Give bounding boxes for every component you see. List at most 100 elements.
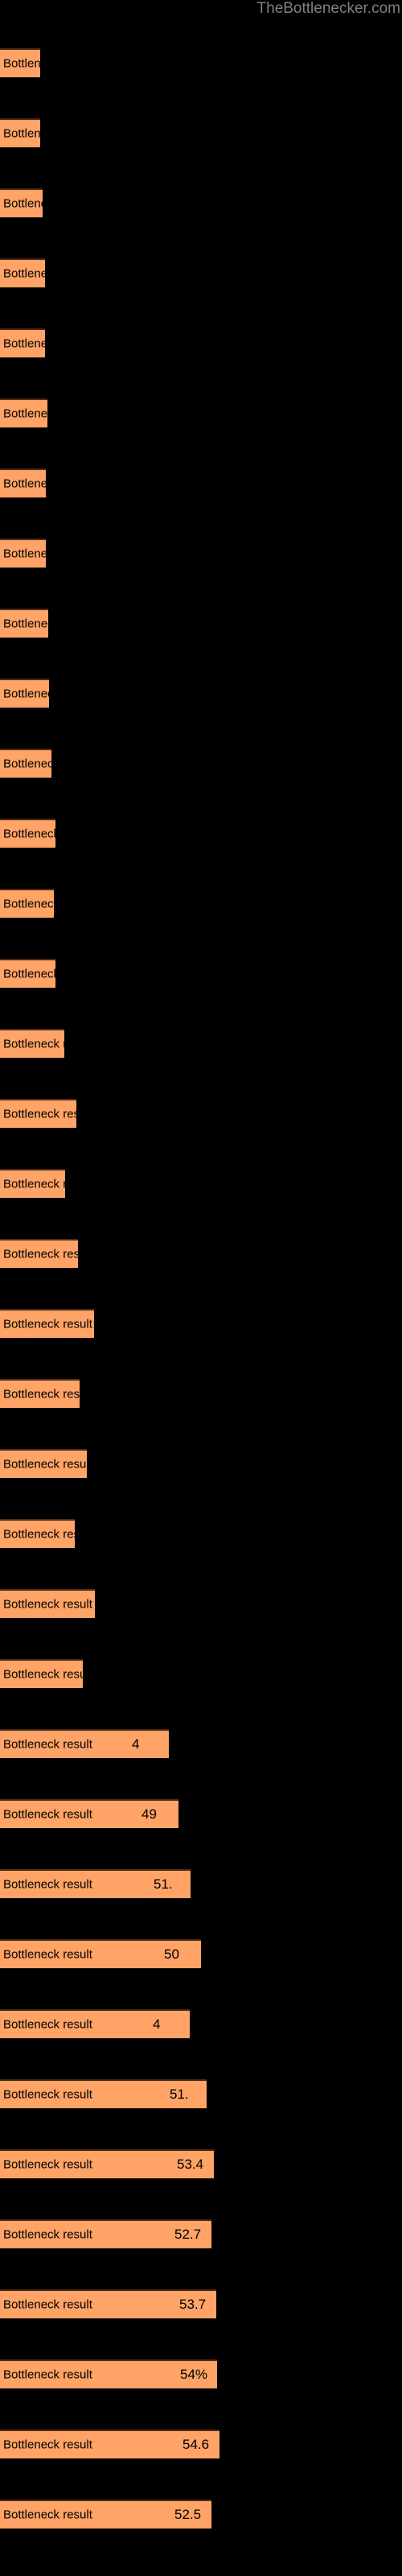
bar-inner: Bottleneck result xyxy=(0,1591,95,1618)
chart-row: Bottleneck result 54% xyxy=(0,2359,402,2388)
chart-row: Bottleneck result 51. xyxy=(0,2079,402,2108)
chart-row: Bottleneck result 52.7 xyxy=(0,2219,402,2248)
bar-inner: Bottleneck result xyxy=(0,330,45,357)
bar[interactable]: Bottleneck result xyxy=(0,48,40,77)
chart-row: Bottleneck result 4 xyxy=(0,1729,402,1758)
bar[interactable]: Bottleneck result 53.4 xyxy=(0,2149,214,2178)
bar[interactable]: Bottleneck result xyxy=(0,188,43,217)
chart-row: Bottleneck result 53.7 xyxy=(0,2289,402,2318)
bar-value: 52.5 xyxy=(174,2507,202,2522)
bar-label: Bottleneck result xyxy=(3,1737,92,1752)
chart-row: Bottleneck result xyxy=(0,469,402,497)
bar-label: Bottleneck result xyxy=(3,1457,87,1472)
bar-label: Bottleneck result xyxy=(3,1387,80,1402)
bar-inner: Bottleneck result xyxy=(0,400,47,427)
bar-label: Bottleneck result xyxy=(3,126,40,141)
bar-inner: Bottleneck result xyxy=(0,1030,64,1058)
bar[interactable]: Bottleneck result 51. xyxy=(0,1869,191,1898)
bar[interactable]: Bottleneck result 52.7 xyxy=(0,2219,211,2248)
bar[interactable]: Bottleneck result 52.5 xyxy=(0,2500,211,2529)
bar-label: Bottleneck result xyxy=(3,687,49,701)
chart-row: Bottleneck result xyxy=(0,1589,402,1618)
bar[interactable]: Bottleneck result 51. xyxy=(0,2079,207,2108)
bar-label: Bottleneck result xyxy=(3,2157,92,2172)
bar-label: Bottleneck result xyxy=(3,266,45,281)
bar[interactable]: Bottleneck result xyxy=(0,609,48,638)
bar-label: Bottleneck result xyxy=(3,477,46,491)
bar-inner: Bottleneck result xyxy=(0,890,54,918)
bar-label: Bottleneck result xyxy=(3,897,54,911)
chart-row: Bottleneck result xyxy=(0,889,402,918)
bar-inner: Bottleneck result 51. xyxy=(0,1871,191,1898)
bar-inner: Bottleneck result 54% xyxy=(0,2361,217,2388)
bar-label: Bottleneck result xyxy=(3,1807,92,1822)
bar[interactable]: Bottleneck result xyxy=(0,1099,76,1128)
bar-value: 50 xyxy=(164,1946,179,1962)
chart-row: Bottleneck result xyxy=(0,328,402,357)
bar-inner: Bottleneck result xyxy=(0,1451,87,1478)
bar-label: Bottleneck result xyxy=(3,1317,92,1331)
bar-label: Bottleneck result xyxy=(3,56,40,71)
bar[interactable]: Bottleneck result xyxy=(0,1239,78,1268)
bar[interactable]: Bottleneck result xyxy=(0,1589,95,1618)
bar[interactable]: Bottleneck result 53.7 xyxy=(0,2289,216,2318)
bar[interactable]: Bottleneck result 49 xyxy=(0,1799,178,1828)
bar-label: Bottleneck result xyxy=(3,617,48,631)
bar-inner: Bottleneck result xyxy=(0,470,46,497)
bar-label: Bottleneck result xyxy=(3,1037,64,1051)
bar-inner: Bottleneck result 51. xyxy=(0,2081,207,2108)
bar[interactable]: Bottleneck result xyxy=(0,679,49,708)
bar-inner: Bottleneck result xyxy=(0,610,48,638)
bar[interactable]: Bottleneck result xyxy=(0,469,46,497)
bar[interactable]: Bottleneck result xyxy=(0,539,46,568)
bar-inner: Bottleneck result xyxy=(0,680,49,708)
bar[interactable]: Bottleneck result xyxy=(0,118,40,147)
chart-row: Bottleneck result 51. xyxy=(0,1869,402,1898)
bar[interactable]: Bottleneck result xyxy=(0,398,47,427)
bar-label: Bottleneck result xyxy=(3,2017,92,2032)
chart-row: Bottleneck result 54.6 xyxy=(0,2429,402,2458)
bar[interactable]: Bottleneck result xyxy=(0,328,45,357)
bar-inner: Bottleneck result xyxy=(0,50,40,77)
bar[interactable]: Bottleneck result xyxy=(0,749,51,778)
bar[interactable]: Bottleneck result xyxy=(0,1379,80,1408)
bar-label: Bottleneck result xyxy=(3,407,47,421)
bar-label: Bottleneck result xyxy=(3,967,55,981)
bar-value: 53.4 xyxy=(177,2157,204,2172)
bar[interactable]: Bottleneck result 50 xyxy=(0,1939,201,1968)
bar-value: 49 xyxy=(142,1806,157,1822)
bar[interactable]: Bottleneck result 4 xyxy=(0,2009,190,2038)
bar-label: Bottleneck result xyxy=(3,336,45,351)
chart-row: Bottleneck result 4 xyxy=(0,2009,402,2038)
bar-label: Bottleneck result xyxy=(3,1107,76,1121)
bar-inner: Bottleneck result xyxy=(0,820,55,848)
bar-inner: Bottleneck result xyxy=(0,1170,65,1198)
bar[interactable]: Bottleneck result 54% xyxy=(0,2359,217,2388)
bar-label: Bottleneck result xyxy=(3,1667,83,1682)
bar-inner: Bottleneck result xyxy=(0,960,55,988)
chart-row: Bottleneck result xyxy=(0,1379,402,1408)
bar[interactable]: Bottleneck result xyxy=(0,1449,87,1478)
bar-label: Bottleneck result xyxy=(3,2227,92,2242)
bar[interactable]: Bottleneck result xyxy=(0,1169,65,1198)
bar[interactable]: Bottleneck result xyxy=(0,959,55,988)
bar[interactable]: Bottleneck result xyxy=(0,1659,83,1688)
bar[interactable]: Bottleneck result 4 xyxy=(0,1729,169,1758)
chart-row: Bottleneck result xyxy=(0,48,402,77)
bar[interactable]: Bottleneck result xyxy=(0,819,55,848)
chart-row: Bottleneck result xyxy=(0,1029,402,1058)
bar-label: Bottleneck result xyxy=(3,2297,92,2312)
bar[interactable]: Bottleneck result xyxy=(0,1309,94,1338)
bar-value: 4 xyxy=(153,2017,161,2032)
bar-inner: Bottleneck result xyxy=(0,190,43,217)
bar-value: 51. xyxy=(170,2087,189,2102)
bar[interactable]: Bottleneck result 54.6 xyxy=(0,2429,219,2458)
bar[interactable]: Bottleneck result xyxy=(0,1519,75,1548)
bar-inner: Bottleneck result xyxy=(0,1311,94,1338)
bar-inner: Bottleneck result xyxy=(0,120,40,147)
bar[interactable]: Bottleneck result xyxy=(0,258,45,287)
bar[interactable]: Bottleneck result xyxy=(0,1029,64,1058)
chart-row: Bottleneck result 52.5 xyxy=(0,2500,402,2529)
bar[interactable]: Bottleneck result xyxy=(0,889,54,918)
bar-value: 4 xyxy=(132,1736,140,1752)
